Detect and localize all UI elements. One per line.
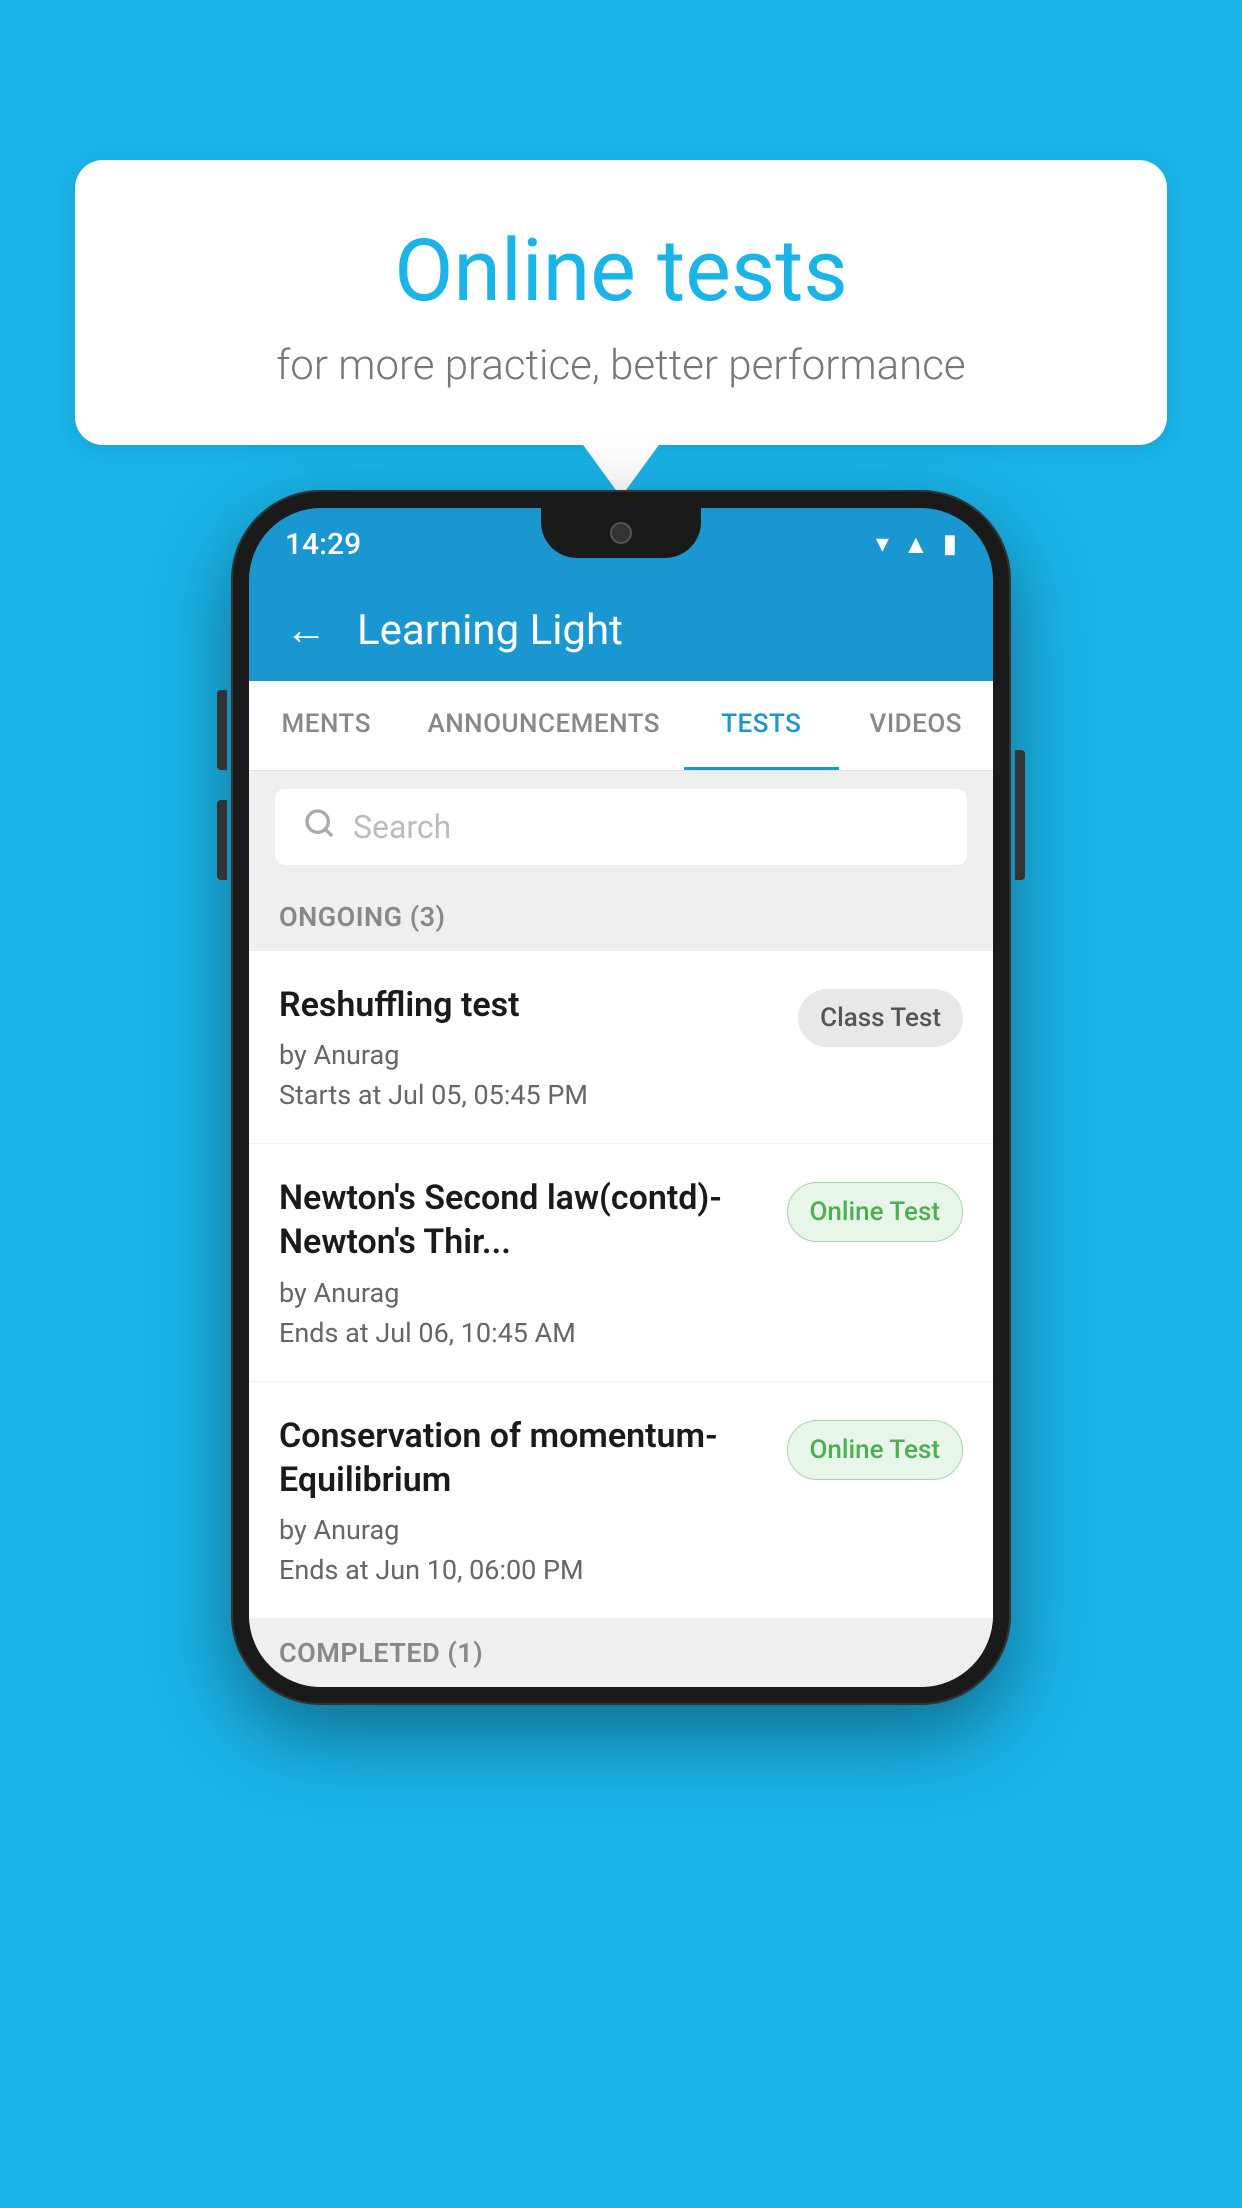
test-badge-online: Online Test [787, 1420, 964, 1480]
search-placeholder: Search [353, 808, 451, 846]
test-time: Ends at Jul 06, 10:45 AM [279, 1317, 767, 1349]
completed-section-header: COMPLETED (1) [249, 1619, 993, 1687]
tab-ments[interactable]: MENTS [249, 681, 403, 770]
battery-icon: ▮ [943, 529, 957, 559]
status-bar: 14:29 ▾ ▲ ▮ [249, 508, 993, 580]
phone-frame: 14:29 ▾ ▲ ▮ ← Learning Light MENTS [231, 490, 1011, 1705]
test-name: Conservation of momentum-Equilibrium [279, 1414, 767, 1502]
wifi-icon: ▾ [876, 529, 889, 559]
test-info: Conservation of momentum-Equilibrium by … [279, 1414, 767, 1586]
notch [541, 508, 701, 558]
volume-down-button [217, 800, 227, 880]
phone-screen: 14:29 ▾ ▲ ▮ ← Learning Light MENTS [249, 508, 993, 1687]
search-bar[interactable]: Search [275, 789, 967, 865]
test-info: Reshuffling test by Anurag Starts at Jul… [279, 983, 778, 1111]
test-item[interactable]: Newton's Second law(contd)-Newton's Thir… [249, 1144, 993, 1381]
volume-up-button [217, 690, 227, 770]
test-time: Ends at Jun 10, 06:00 PM [279, 1554, 767, 1586]
search-container: Search [249, 771, 993, 883]
tab-videos[interactable]: VIDEOS [839, 681, 993, 770]
bubble-title: Online tests [125, 220, 1117, 321]
status-time: 14:29 [285, 527, 361, 562]
test-info: Newton's Second law(contd)-Newton's Thir… [279, 1176, 767, 1348]
power-button [1015, 750, 1025, 880]
front-camera [610, 522, 632, 544]
tab-tests[interactable]: TESTS [684, 681, 838, 770]
ongoing-section-header: ONGOING (3) [249, 883, 993, 951]
search-icon [303, 807, 335, 847]
app-title: Learning Light [357, 606, 623, 655]
status-icons: ▾ ▲ ▮ [876, 529, 957, 560]
test-author: by Anurag [279, 1277, 767, 1309]
tab-announcements[interactable]: ANNOUNCEMENTS [403, 681, 684, 770]
app-header: ← Learning Light [249, 580, 993, 681]
bubble-subtitle: for more practice, better performance [125, 341, 1117, 390]
phone-mockup: 14:29 ▾ ▲ ▮ ← Learning Light MENTS [231, 490, 1011, 1705]
tabs-bar: MENTS ANNOUNCEMENTS TESTS VIDEOS [249, 681, 993, 771]
test-name: Reshuffling test [279, 983, 778, 1027]
test-badge-online: Online Test [787, 1182, 964, 1242]
test-author: by Anurag [279, 1039, 778, 1071]
app-screen: ← Learning Light MENTS ANNOUNCEMENTS TES… [249, 580, 993, 1687]
test-badge-class: Class Test [798, 989, 963, 1047]
test-item[interactable]: Conservation of momentum-Equilibrium by … [249, 1382, 993, 1619]
test-time: Starts at Jul 05, 05:45 PM [279, 1079, 778, 1111]
test-name: Newton's Second law(contd)-Newton's Thir… [279, 1176, 767, 1264]
test-author: by Anurag [279, 1514, 767, 1546]
speech-bubble: Online tests for more practice, better p… [75, 160, 1167, 445]
test-item[interactable]: Reshuffling test by Anurag Starts at Jul… [249, 951, 993, 1144]
back-button[interactable]: ← [285, 610, 327, 652]
signal-icon: ▲ [903, 529, 929, 560]
